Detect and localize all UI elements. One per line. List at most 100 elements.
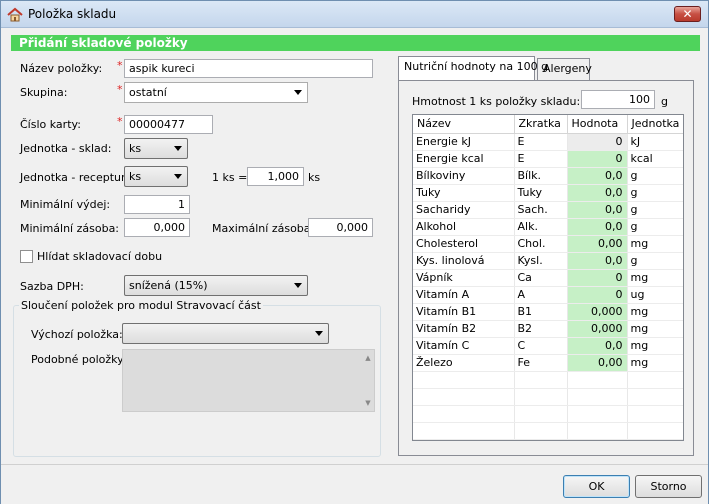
- nutrition-grid[interactable]: Název Zkratka Hodnota Jednotka Energie k…: [412, 114, 684, 441]
- jednotka-rec-select[interactable]: ks: [124, 166, 188, 187]
- empty-cell: [413, 422, 515, 440]
- cell-unit: g: [627, 184, 683, 202]
- nazev-input[interactable]: aspik kureci: [124, 59, 373, 78]
- jednotka-sklad-label: Jednotka - sklad:: [20, 142, 112, 155]
- cell-unit: kJ: [627, 133, 683, 151]
- skupina-value: ostatní: [129, 86, 167, 99]
- cell-abbr: Tuky: [514, 184, 568, 202]
- cell-value[interactable]: 0,0: [567, 252, 628, 270]
- table-row[interactable]: Energie kcal E 0 kcal: [413, 150, 683, 168]
- chevron-down-icon: [294, 90, 302, 95]
- nutrition-table: Název Zkratka Hodnota Jednotka Energie k…: [413, 115, 683, 440]
- cell-value[interactable]: 0,0: [567, 201, 628, 219]
- table-row[interactable]: Energie kJ E 0 kJ: [413, 133, 683, 151]
- scroll-down-icon[interactable]: ▼: [364, 399, 372, 407]
- table-row[interactable]: Alkohol Alk. 0,0 g: [413, 218, 683, 236]
- column-header[interactable]: Hodnota: [567, 115, 628, 134]
- table-row[interactable]: Vitamín B1 B1 0,000 mg: [413, 303, 683, 321]
- cell-value[interactable]: 0: [567, 150, 628, 168]
- cell-name: Vitamín B2: [413, 320, 515, 338]
- min-zasoba-input[interactable]: 0,000: [124, 218, 190, 237]
- title-bar[interactable]: Položka skladu ✕: [1, 1, 708, 28]
- cell-value[interactable]: 0,000: [567, 320, 628, 338]
- conversion-input[interactable]: 1,000: [247, 167, 304, 186]
- cell-unit: mg: [627, 354, 683, 372]
- cell-unit: mg: [627, 337, 683, 355]
- close-button[interactable]: ✕: [674, 6, 701, 22]
- grid-header-row: Název Zkratka Hodnota Jednotka: [413, 115, 683, 134]
- empty-cell: [413, 405, 515, 423]
- empty-row: [413, 388, 683, 406]
- required-mark: *: [117, 83, 123, 96]
- cell-value[interactable]: 0,0: [567, 184, 628, 202]
- ok-button[interactable]: OK: [563, 475, 630, 498]
- hmotnost-input[interactable]: 100: [581, 90, 655, 109]
- cell-value[interactable]: 0,0: [567, 337, 628, 355]
- podobne-listbox[interactable]: ▲ ▼: [122, 349, 375, 412]
- jednotka-rec-label: Jednotka - receptury:: [20, 171, 135, 184]
- table-row[interactable]: Vápník Ca 0 mg: [413, 269, 683, 287]
- table-row[interactable]: Tuky Tuky 0,0 g: [413, 184, 683, 202]
- cancel-button[interactable]: Storno: [635, 475, 702, 498]
- cell-name: Energie kcal: [413, 150, 515, 168]
- table-row[interactable]: Bílkoviny Bílk. 0,0 g: [413, 167, 683, 185]
- tab-label: Nutriční hodnoty na 100 g: [404, 60, 549, 73]
- hlidat-checkbox[interactable]: [20, 250, 33, 263]
- cell-value[interactable]: 0,00: [567, 354, 628, 372]
- cell-unit: mg: [627, 303, 683, 321]
- cell-value[interactable]: 0: [567, 269, 628, 287]
- jednotka-rec-value: ks: [129, 170, 142, 183]
- hmotnost-label: Hmotnost 1 ks položky skladu:: [412, 95, 581, 108]
- conversion-unit: ks: [308, 171, 321, 184]
- table-row[interactable]: Kys. linolová Kysl. 0,0 g: [413, 252, 683, 270]
- empty-cell: [413, 388, 515, 406]
- empty-cell: [514, 422, 568, 440]
- cell-abbr: A: [514, 286, 568, 304]
- min-vydej-input[interactable]: 1: [124, 195, 190, 214]
- cislo-input[interactable]: 00000477: [124, 115, 213, 134]
- section-header: Přidání skladové položky: [11, 35, 700, 51]
- empty-cell: [514, 405, 568, 423]
- table-row[interactable]: Vitamín C C 0,0 mg: [413, 337, 683, 355]
- empty-row: [413, 405, 683, 423]
- column-header[interactable]: Název: [413, 115, 515, 134]
- table-row[interactable]: Sacharidy Sach. 0,0 g: [413, 201, 683, 219]
- cell-abbr: Bílk.: [514, 167, 568, 185]
- dph-label: Sazba DPH:: [20, 280, 84, 293]
- cell-value[interactable]: 0: [567, 286, 628, 304]
- cell-unit: ug: [627, 286, 683, 304]
- cell-value[interactable]: 0,0: [567, 218, 628, 236]
- cell-name: Kys. linolová: [413, 252, 515, 270]
- column-header[interactable]: Zkratka: [514, 115, 568, 134]
- table-row[interactable]: Vitamín A A 0 ug: [413, 286, 683, 304]
- skupina-select[interactable]: ostatní: [124, 82, 308, 103]
- vychozi-select[interactable]: [122, 323, 329, 344]
- close-icon: ✕: [682, 7, 693, 21]
- empty-cell: [514, 371, 568, 389]
- skupina-label: Skupina:: [20, 86, 68, 99]
- column-header[interactable]: Jednotka: [627, 115, 683, 134]
- cell-value[interactable]: 0,0: [567, 167, 628, 185]
- table-row[interactable]: Cholesterol Chol. 0,00 mg: [413, 235, 683, 253]
- cell-abbr: Ca: [514, 269, 568, 287]
- table-row[interactable]: Železo Fe 0,00 mg: [413, 354, 683, 372]
- cell-value[interactable]: 0: [567, 133, 628, 151]
- cell-value[interactable]: 0,00: [567, 235, 628, 253]
- max-zasoba-input[interactable]: 0,000: [308, 218, 373, 237]
- cell-unit: kcal: [627, 150, 683, 168]
- cell-name: Železo: [413, 354, 515, 372]
- empty-cell: [627, 405, 683, 423]
- cell-value[interactable]: 0,000: [567, 303, 628, 321]
- jednotka-sklad-select[interactable]: ks: [124, 138, 188, 159]
- empty-cell: [514, 388, 568, 406]
- cell-name: Vitamín A: [413, 286, 515, 304]
- dph-select[interactable]: snížená (15%): [124, 275, 308, 296]
- cell-abbr: B2: [514, 320, 568, 338]
- podobne-label: Podobné položky:: [31, 353, 127, 366]
- cell-name: Vápník: [413, 269, 515, 287]
- hlidat-label[interactable]: Hlídat skladovací dobu: [37, 250, 162, 263]
- table-row[interactable]: Vitamín B2 B2 0,000 mg: [413, 320, 683, 338]
- tab-nutricni[interactable]: Nutriční hodnoty na 100 g: [398, 56, 548, 80]
- cell-abbr: B1: [514, 303, 568, 321]
- scroll-up-icon[interactable]: ▲: [364, 354, 372, 362]
